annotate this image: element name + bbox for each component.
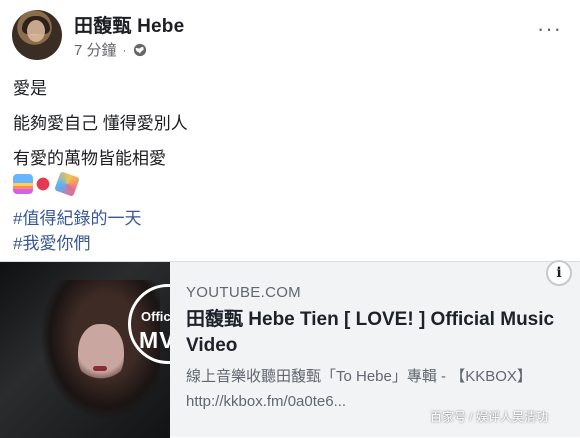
badge-top-text: Offici xyxy=(141,309,170,324)
link-domain: YOUTUBE.COM xyxy=(186,284,301,301)
hashtag-link[interactable]: #我愛你們 xyxy=(13,229,90,254)
thumbnail-lips xyxy=(93,366,107,371)
party-popper-icon xyxy=(54,171,80,197)
post-header: 田馥甄 Hebe 7 分鐘 · ··· xyxy=(10,8,570,64)
info-icon[interactable]: i xyxy=(546,260,572,286)
post-time[interactable]: 7 分鐘 xyxy=(74,39,117,60)
author-name[interactable]: 田馥甄 Hebe xyxy=(74,11,184,38)
badge-bottom-text: MV xyxy=(139,327,170,353)
thumbnail-face xyxy=(78,324,124,384)
hashtag-link[interactable]: #值得紀錄的一天 xyxy=(13,204,141,229)
avatar-face xyxy=(27,20,45,42)
post-line: 能夠愛自己 懂得愛別人 xyxy=(13,114,188,133)
hearts-icon xyxy=(35,174,55,194)
post-body: 愛是 能夠愛自己 懂得愛別人 有愛的萬物皆能相愛 xyxy=(13,73,188,178)
more-options-icon[interactable]: ··· xyxy=(537,16,562,42)
emoji-row xyxy=(13,171,80,197)
link-title[interactable]: 田馥甄 Hebe Tien [ LOVE! ] Official Music V… xyxy=(186,307,556,359)
post-line: 有愛的萬物皆能相愛 xyxy=(13,149,166,168)
meta-separator: · xyxy=(122,42,127,57)
author-avatar[interactable] xyxy=(12,10,62,60)
globe-icon[interactable] xyxy=(133,43,147,57)
post-line: 愛是 xyxy=(13,79,47,98)
post-meta: 7 分鐘 · xyxy=(74,39,147,60)
link-description: 線上音樂收聽田馥甄「To Hebe」專輯 - 【KKBOX】http://kkb… xyxy=(186,368,532,410)
rainbow-icon xyxy=(13,174,33,194)
watermark-text: 百家号 / 娱评人吴清功 xyxy=(430,410,549,424)
video-thumbnail[interactable]: Offici MV xyxy=(0,262,170,438)
